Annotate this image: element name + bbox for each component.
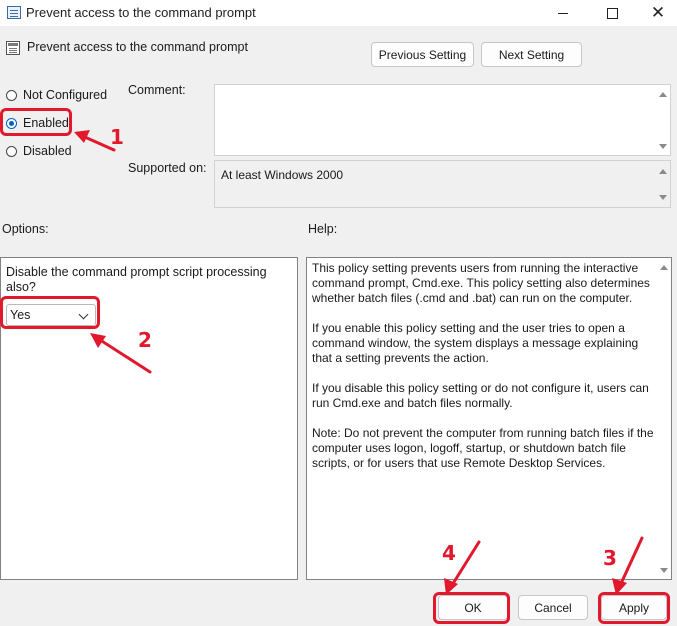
annotation-number-2: 2: [138, 328, 152, 352]
annotation-number-4: 4: [442, 541, 456, 565]
arrow-1-head: [74, 130, 90, 143]
annotation-number-1: 1: [110, 125, 124, 149]
annotation-arrows: [74, 130, 644, 595]
arrow-3-head: [612, 578, 627, 595]
annotation-number-3: 3: [603, 546, 617, 570]
